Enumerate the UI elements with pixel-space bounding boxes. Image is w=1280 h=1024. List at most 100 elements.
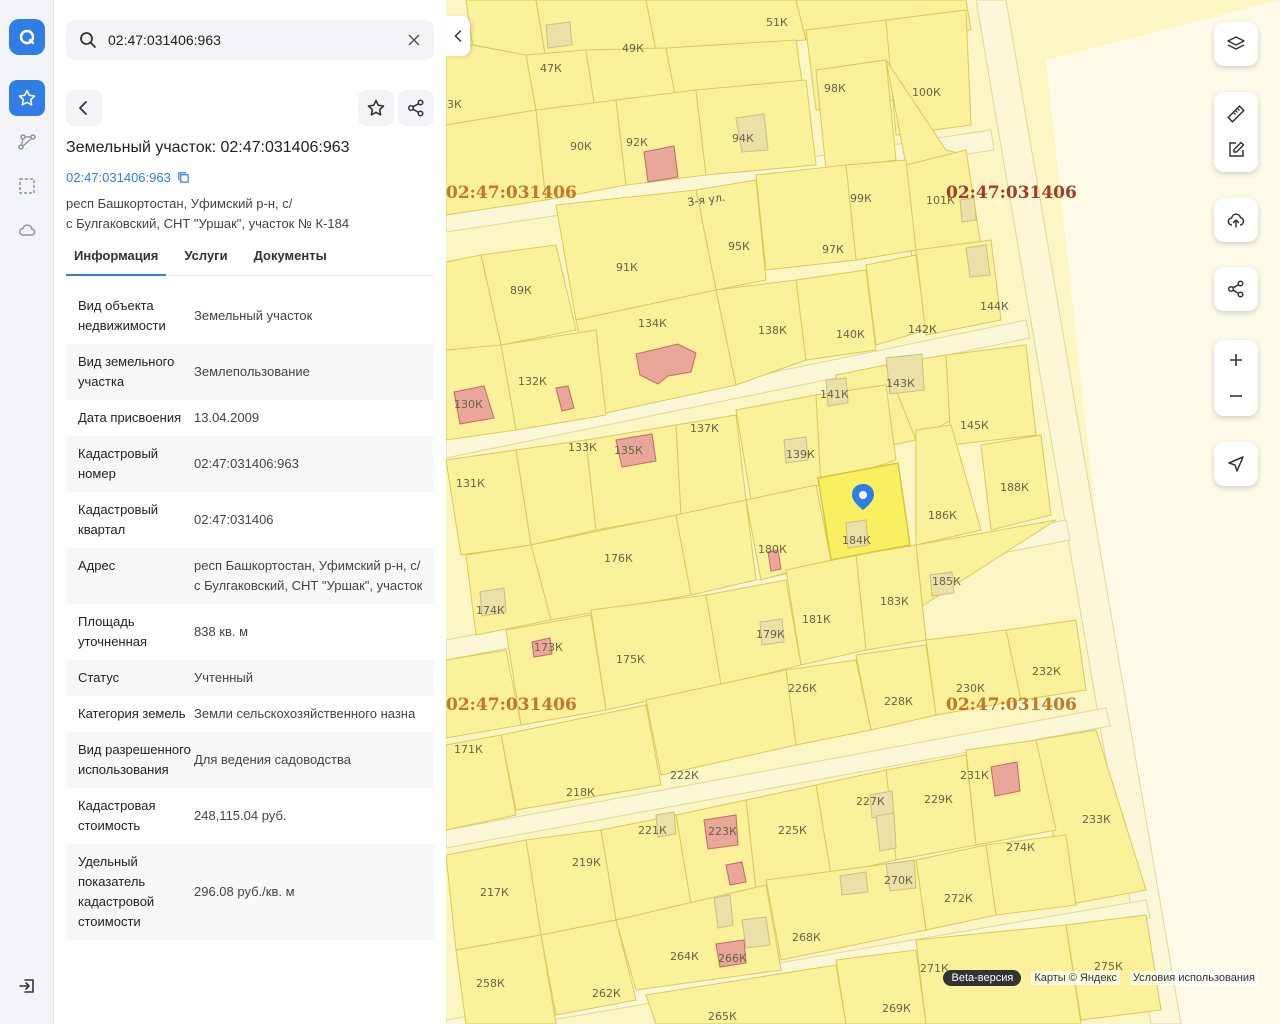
share-icon (1227, 280, 1244, 298)
copy-icon[interactable] (177, 171, 190, 184)
tab-documents[interactable]: Документы (246, 240, 335, 276)
object-title: Земельный участок: 02:47:031406:963 (66, 139, 350, 156)
tab-info[interactable]: Информация (66, 240, 167, 276)
plot-label: 176К (604, 552, 633, 565)
info-key: Вид разрешенного использования (78, 742, 191, 777)
plot-label: 217К (480, 886, 509, 899)
geolocation-button[interactable] (1214, 442, 1258, 486)
info-row: Кадастровый номер 02:47:031406:963 (66, 436, 434, 492)
cloud-icon[interactable] (9, 212, 45, 248)
info-row: Кадастровая стоимость 248,115.04 руб. (66, 788, 434, 844)
favorites-star-icon[interactable] (9, 80, 45, 116)
info-key: Удельный показатель кадастровой стоимост… (78, 854, 155, 929)
plot-label: 180К (758, 543, 787, 556)
star-icon (367, 99, 385, 116)
plot-label: 181К (802, 613, 831, 626)
map-share-button[interactable] (1214, 267, 1258, 311)
plot-label: 265К (708, 1010, 737, 1023)
info-key: Площадь уточненная (78, 614, 148, 649)
layers-button[interactable] (1214, 22, 1258, 66)
plot-label: 171К (454, 743, 483, 756)
map-copyright[interactable]: Карты © Яндекс (1031, 971, 1120, 985)
plot-label: 218К (566, 786, 595, 799)
plus-icon (1230, 354, 1242, 366)
info-key: Вид земельного участка (78, 354, 175, 389)
route-icon[interactable] (9, 124, 45, 160)
app-rail (0, 0, 54, 1024)
quarter-label: 02:47:031406 (446, 183, 577, 203)
tab-services[interactable]: Услуги (176, 240, 235, 276)
object-address: респ Башкортостан, Уфимский р-н, с/ с Бу… (66, 194, 426, 234)
upload-button[interactable] (1214, 198, 1258, 242)
plot-label: 274К (1006, 841, 1035, 854)
info-value-line: респ Башкортостан, Уфимский р-н, с/ (194, 558, 421, 573)
plot-label: 139К (786, 448, 815, 461)
plot-label: 134К (638, 317, 667, 330)
plot-label: 144К (980, 300, 1009, 313)
info-value: 248,115.04 руб. (194, 808, 287, 823)
plot-label: 43К (446, 98, 462, 111)
plot-label: 229К (924, 793, 953, 806)
plot-label: 47К (540, 62, 562, 75)
terms-link[interactable]: Условия использования (1129, 971, 1258, 985)
plot-label: 138К (758, 324, 787, 337)
plot-label: 258К (476, 977, 505, 990)
search-input[interactable] (108, 32, 406, 48)
plot-label: 174К (476, 604, 505, 617)
plot-label: 230К (956, 682, 985, 695)
zoom-controls (1214, 340, 1258, 416)
selection-icon[interactable] (9, 168, 45, 204)
info-row: Статус Учтенный (66, 660, 434, 696)
cadastral-number-link[interactable]: 02:47:031406:963 (66, 170, 190, 185)
plot-label: 135К (614, 444, 643, 457)
plot-label: 223К (708, 825, 737, 838)
plot-label: 92К (626, 136, 648, 149)
beta-badge: Beta-версия (943, 970, 1022, 986)
map-canvas[interactable]: 02:47:031406 02:47:031406 02:47:031406 0… (446, 0, 1280, 1024)
info-value: Для ведения садоводства (194, 752, 351, 767)
info-row: Адрес респ Башкортостан, Уфимский р-н, с/… (66, 548, 434, 604)
map-attribution: Beta-версия Карты © Яндекс Условия испол… (943, 970, 1258, 986)
search-bar (66, 20, 434, 60)
edit-icon (1229, 141, 1245, 157)
draw-button[interactable] (1214, 132, 1258, 168)
share-button[interactable] (398, 90, 434, 126)
info-row: Кадастровый квартал 02:47:031406 (66, 492, 434, 548)
minus-icon (1230, 395, 1242, 397)
app-logo-icon[interactable] (9, 19, 45, 55)
info-row: Площадь уточненная 838 кв. м (66, 604, 434, 660)
ruler-button[interactable] (1214, 96, 1258, 132)
favorite-button[interactable] (358, 90, 394, 126)
clear-search-icon[interactable] (406, 32, 422, 48)
cadastral-map[interactable]: 02:47:031406 02:47:031406 02:47:031406 0… (446, 0, 1280, 1024)
plot-label: 143К (886, 377, 915, 390)
info-value: 838 кв. м (194, 624, 249, 639)
plot-label: 233К (1082, 813, 1111, 826)
plot-label: 268К (792, 931, 821, 944)
info-row: Вид объекта недвижимости Земельный участо… (66, 288, 434, 344)
address-line-2: с Булгаковский, СНТ "Уршак", участок № К… (66, 216, 350, 231)
collapse-panel-button[interactable] (446, 16, 470, 56)
zoom-in-button[interactable] (1214, 342, 1258, 378)
zoom-out-button[interactable] (1214, 378, 1258, 414)
cadastral-number-text[interactable]: 02:47:031406:963 (66, 170, 171, 185)
info-value: респ Башкортостан, Уфимский р-н, с/с Бул… (194, 556, 422, 596)
plot-label: 100К (912, 86, 941, 99)
plot-label: 89К (510, 284, 532, 297)
plot-label: 95К (728, 240, 750, 253)
plot-label: 131К (456, 477, 485, 490)
plot-label: 226К (788, 682, 817, 695)
plot-label: 186К (928, 509, 957, 522)
plot-label: 231К (960, 769, 989, 782)
logout-icon[interactable] (9, 968, 45, 1004)
plot-label: 225К (778, 824, 807, 837)
plot-label: 137К (690, 422, 719, 435)
cloud-upload-icon (1227, 213, 1245, 228)
plot-label: 266К (718, 952, 747, 965)
plot-label: 270К (884, 874, 913, 887)
plot-label: 51К (766, 16, 788, 29)
quarter-label: 02:47:031406 (946, 183, 1077, 203)
back-button[interactable] (66, 90, 102, 126)
plot-label: 97К (822, 243, 844, 256)
info-key: Дата присвоения (78, 410, 182, 425)
